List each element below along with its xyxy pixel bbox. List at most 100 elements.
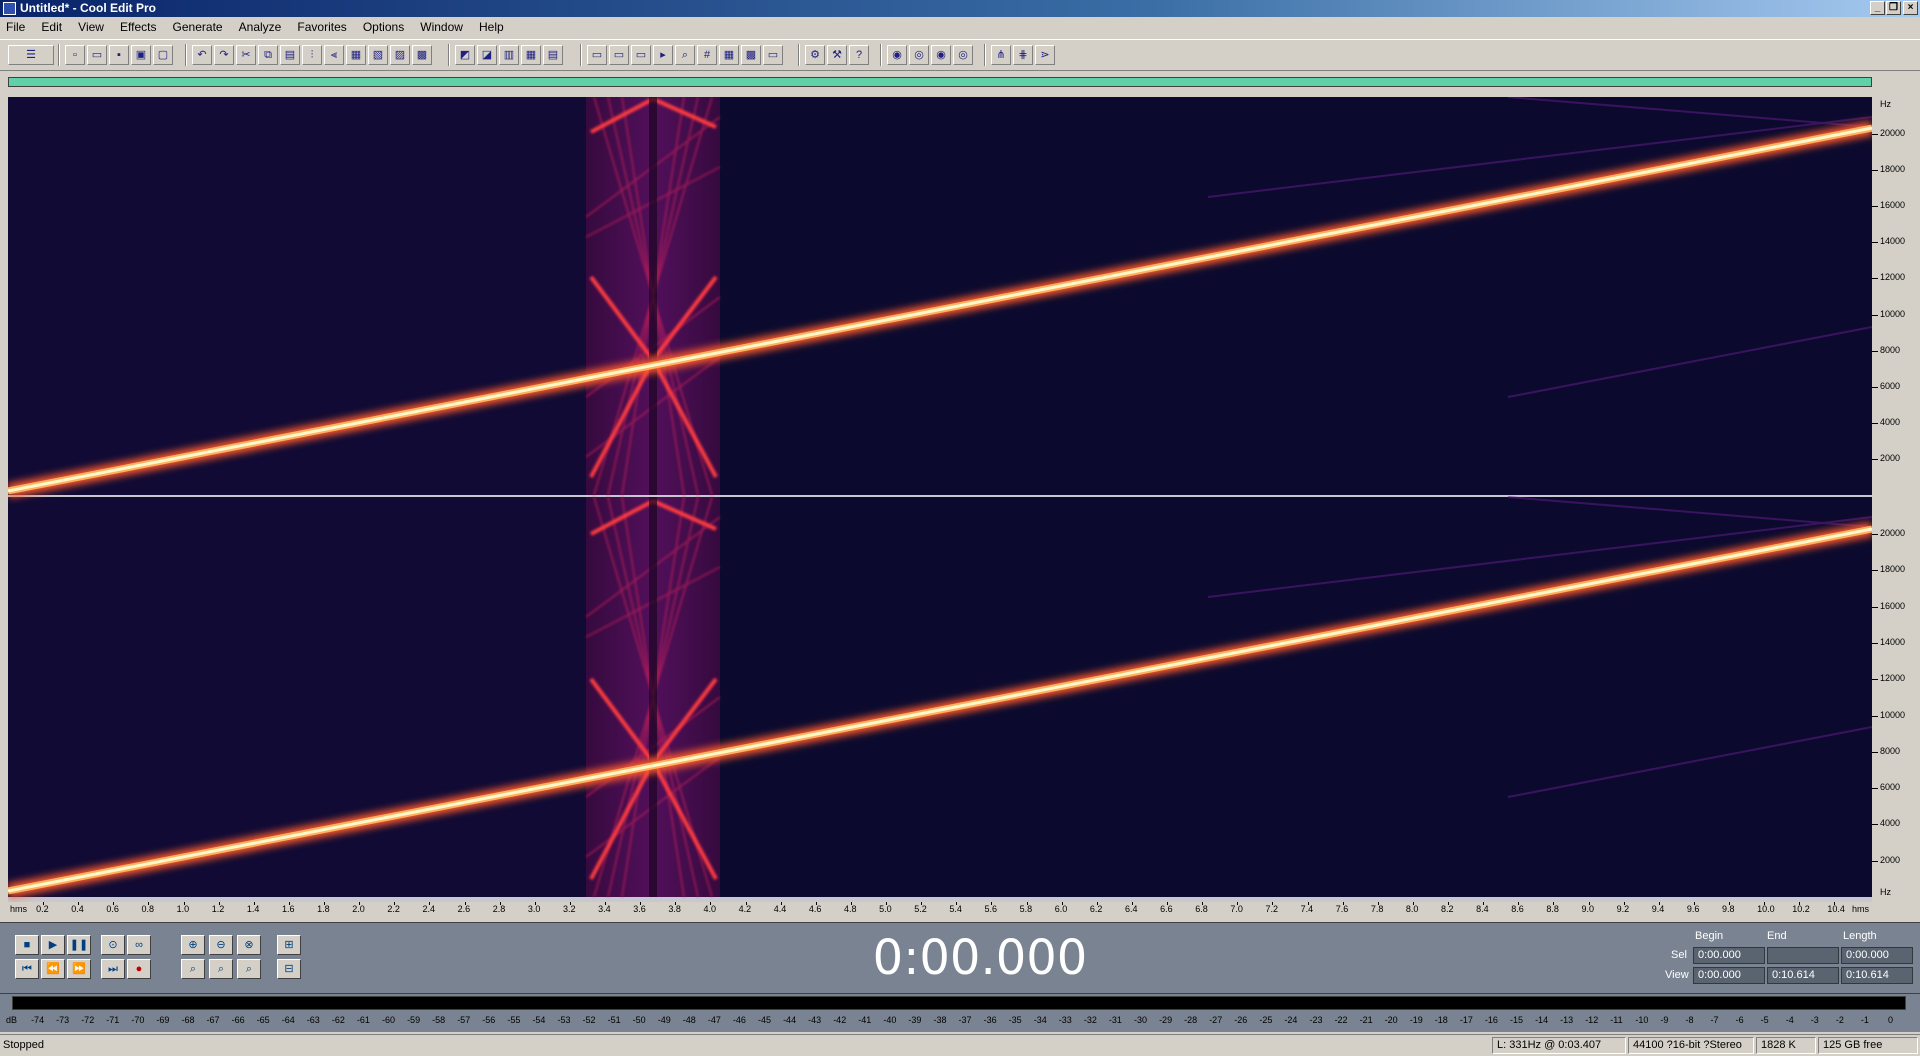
trim-icon[interactable]: ⫶ <box>302 45 322 65</box>
sel-begin-field[interactable]: 0:00.000 <box>1693 947 1765 964</box>
meter-tick-label: -71 <box>106 1015 120 1025</box>
clipboard-3-icon[interactable]: ▨ <box>390 45 410 65</box>
meter-tick-label: -30 <box>1134 1015 1148 1025</box>
zoom-left-icon[interactable]: ⌕ <box>209 959 233 979</box>
bit-depth-icon[interactable]: # <box>697 45 717 65</box>
copy-icon[interactable]: ⧉ <box>258 45 278 65</box>
menu-edit[interactable]: Edit <box>35 18 69 37</box>
mix-paste-icon[interactable]: ⫷ <box>324 45 344 65</box>
time-tick-label: 3.0 <box>527 904 541 914</box>
go-to-end-button[interactable]: ⏭ <box>101 959 125 979</box>
sel-end-field[interactable] <box>1767 947 1839 964</box>
transport-panel: ■ ▶ ❚❚ ⊙ ∞ ⏮ ⏪ ⏩ ⏭ ● ⊕ ⊖ ⊗ ⊞ ⌕ ⌕ ⌕ ⊟ 0:0… <box>0 922 1920 994</box>
window-title: Untitled* - Cool Edit Pro <box>20 1 156 15</box>
analysis-3-icon[interactable]: ⋗ <box>1035 45 1055 65</box>
stop-button[interactable]: ■ <box>15 935 39 955</box>
redo-icon[interactable]: ↷ <box>214 45 234 65</box>
hz-top-tick <box>1872 206 1878 208</box>
settings-icon[interactable]: ⚙ <box>805 45 825 65</box>
loop-button[interactable]: ∞ <box>127 935 151 955</box>
undo-icon[interactable]: ↶ <box>192 45 212 65</box>
device-icon[interactable]: ⚒ <box>827 45 847 65</box>
spectrogram-view[interactable] <box>8 97 1872 902</box>
cd-4-icon[interactable]: ◎ <box>953 45 973 65</box>
zoom-vertical-out-icon[interactable]: ⊟ <box>277 959 301 979</box>
time-tick-label: 8.6 <box>1511 904 1524 914</box>
zoom-out-icon[interactable]: ⊖ <box>209 935 233 955</box>
menu-file[interactable]: File <box>0 18 32 37</box>
view-length-field[interactable]: 0:10.614 <box>1841 967 1913 984</box>
rewind-button[interactable]: ⏪ <box>41 959 65 979</box>
minimize-icon[interactable]: _ <box>1870 1 1885 15</box>
menu-view[interactable]: View <box>72 18 111 37</box>
record-button[interactable]: ● <box>127 959 151 979</box>
zoom-tool-icon[interactable]: ⌕ <box>675 45 695 65</box>
snap-2-icon[interactable]: ▭ <box>609 45 629 65</box>
play-cursor-icon[interactable]: ▸ <box>653 45 673 65</box>
go-to-start-button[interactable]: ⏮ <box>15 959 39 979</box>
view-begin-field[interactable]: 0:00.000 <box>1693 967 1765 984</box>
clipboard-2-icon[interactable]: ▧ <box>368 45 388 65</box>
window-icon[interactable]: ▭ <box>763 45 783 65</box>
analysis-2-icon[interactable]: ⋕ <box>1013 45 1033 65</box>
play-button[interactable]: ▶ <box>41 935 65 955</box>
meter-tick-label: 0 <box>1888 1015 1894 1025</box>
sel-length-field[interactable]: 0:00.000 <box>1841 947 1913 964</box>
hz-top-tick <box>1872 314 1878 316</box>
overview-bar[interactable] <box>8 77 1872 87</box>
clipboard-4-icon[interactable]: ▩ <box>412 45 432 65</box>
waveform-view-icon[interactable]: ◩ <box>455 45 475 65</box>
snap-3-icon[interactable]: ▭ <box>631 45 651 65</box>
zoom-vertical-in-icon[interactable]: ⊞ <box>277 935 301 955</box>
format-readout: 44100 ?16-bit ?Stereo <box>1628 1037 1754 1054</box>
menu-help[interactable]: Help <box>473 18 511 37</box>
zoom-right-icon[interactable]: ⌕ <box>237 959 261 979</box>
fast-forward-button[interactable]: ⏩ <box>67 959 91 979</box>
menu-generate[interactable]: Generate <box>167 18 230 37</box>
spectrogram-svg <box>8 97 1872 902</box>
meter-tick-label: -17 <box>1459 1015 1473 1025</box>
close-icon[interactable]: × <box>1903 1 1918 15</box>
menu-analyze[interactable]: Analyze <box>233 18 289 37</box>
cd-2-icon[interactable]: ◎ <box>909 45 929 65</box>
time-ruler[interactable]: hms 0.2 0.4 0.6 0.8 1.0 1.2 1.4 1.6 1.8 2.0 2.2 2.4… <box>0 902 1920 918</box>
snap-icon[interactable]: ▭ <box>587 45 607 65</box>
analysis-icon[interactable]: ⋔ <box>991 45 1011 65</box>
pause-button[interactable]: ❚❚ <box>67 935 91 955</box>
time-tick-label: 4.6 <box>808 904 822 914</box>
cd-3-icon[interactable]: ◉ <box>931 45 951 65</box>
color-icon[interactable]: ▩ <box>741 45 761 65</box>
spectral-pan-icon[interactable]: ▥ <box>499 45 519 65</box>
multitrack-toggle-icon[interactable]: ☰ <box>8 45 54 65</box>
clipboard-icon[interactable]: ▦ <box>346 45 366 65</box>
cut-icon[interactable]: ✂ <box>236 45 256 65</box>
time-tick-label: 5.8 <box>1019 904 1033 914</box>
hz-unit-bottom: Hz <box>1880 887 1891 897</box>
meter-tick-label: -55 <box>507 1015 521 1025</box>
hz-top-label: 16000 <box>1880 200 1906 211</box>
save-as-icon[interactable]: ▣ <box>131 45 151 65</box>
spectral-phase-icon[interactable]: ▦ <box>521 45 541 65</box>
new-file-icon[interactable]: ▫ <box>65 45 85 65</box>
zoom-full-icon[interactable]: ⊗ <box>237 935 261 955</box>
zoom-in-icon[interactable]: ⊕ <box>181 935 205 955</box>
view-end-field[interactable]: 0:10.614 <box>1767 967 1839 984</box>
view-grid-icon[interactable]: ▤ <box>543 45 563 65</box>
menu-effects[interactable]: Effects <box>114 18 163 37</box>
save-icon[interactable]: ▪ <box>109 45 129 65</box>
menu-options[interactable]: Options <box>357 18 411 37</box>
menu-window[interactable]: Window <box>414 18 470 37</box>
paste-icon[interactable]: ▤ <box>280 45 300 65</box>
close-file-icon[interactable]: ▢ <box>153 45 173 65</box>
spectral-view-icon[interactable]: ◪ <box>477 45 497 65</box>
cd-icon[interactable]: ◉ <box>887 45 907 65</box>
meter-tick-label: -12 <box>1585 1015 1599 1025</box>
display-icon[interactable]: ▦ <box>719 45 739 65</box>
play-to-end-button[interactable]: ⊙ <box>101 935 125 955</box>
menu-favorites[interactable]: Favorites <box>291 18 353 37</box>
restore-icon[interactable]: ❐ <box>1886 1 1901 15</box>
open-file-icon[interactable]: ▭ <box>87 45 107 65</box>
help-icon[interactable]: ? <box>849 45 869 65</box>
meter-tick-label: -18 <box>1434 1015 1448 1025</box>
zoom-selection-icon[interactable]: ⌕ <box>181 959 205 979</box>
